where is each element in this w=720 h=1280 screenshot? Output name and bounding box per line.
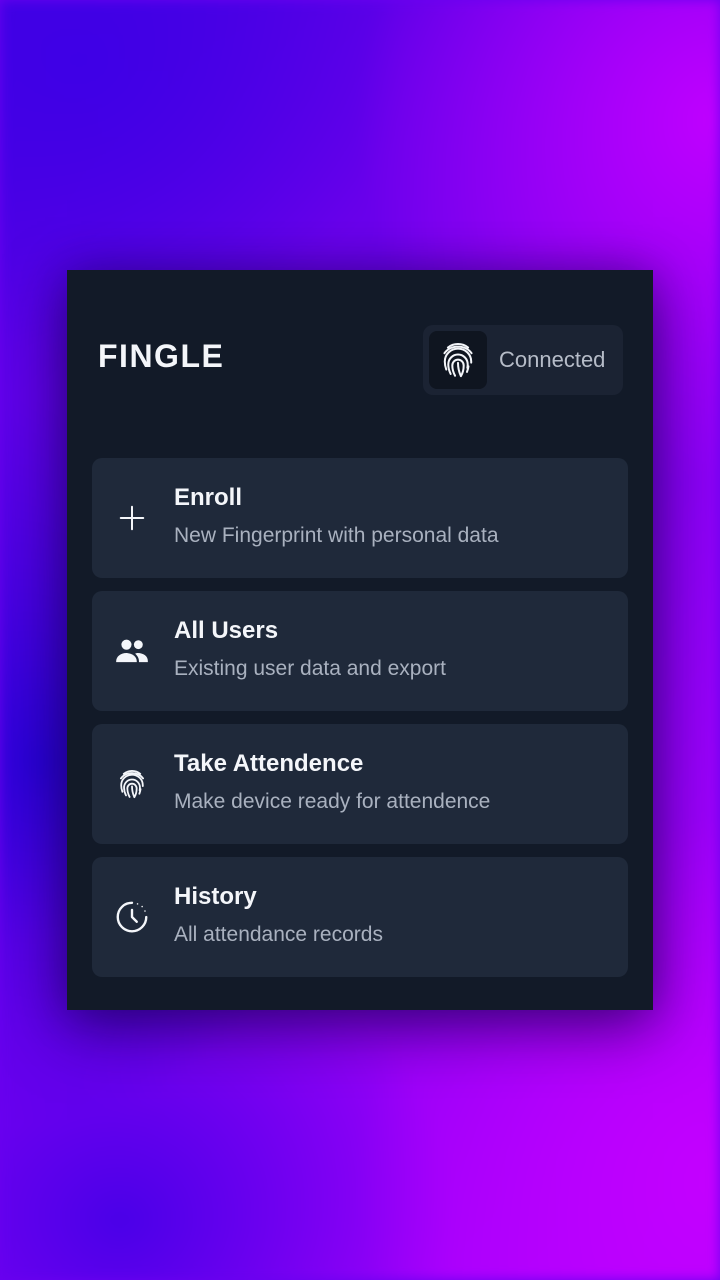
menu-item-subtitle: Existing user data and export — [174, 657, 446, 680]
connection-status-badge[interactable]: Connected — [423, 325, 623, 395]
fingerprint-icon — [429, 331, 487, 389]
menu-item-history[interactable]: History All attendance records — [92, 857, 628, 977]
fingerprint-icon — [112, 764, 152, 804]
connection-status-label: Connected — [499, 347, 606, 372]
history-clock-icon — [112, 897, 152, 937]
menu-item-enroll[interactable]: Enroll New Fingerprint with personal dat… — [92, 458, 628, 578]
menu-item-take-attendence[interactable]: Take Attendence Make device ready for at… — [92, 724, 628, 844]
menu-item-title: Enroll — [174, 484, 243, 511]
menu-item-title: Take Attendence — [174, 750, 364, 777]
menu-item-title: All Users — [174, 617, 279, 644]
menu-item-subtitle: All attendance records — [174, 923, 383, 946]
menu-item-subtitle: Make device ready for attendence — [174, 790, 491, 813]
app-panel: FINGLE Connected Enroll New Fingerprint … — [67, 270, 653, 1010]
app-title: FINGLE — [98, 338, 225, 374]
menu-item-title: History — [174, 883, 257, 910]
plus-icon — [112, 498, 152, 538]
menu-item-all-users[interactable]: All Users Existing user data and export — [92, 591, 628, 711]
users-icon — [112, 631, 152, 671]
menu-item-subtitle: New Fingerprint with personal data — [174, 524, 499, 547]
